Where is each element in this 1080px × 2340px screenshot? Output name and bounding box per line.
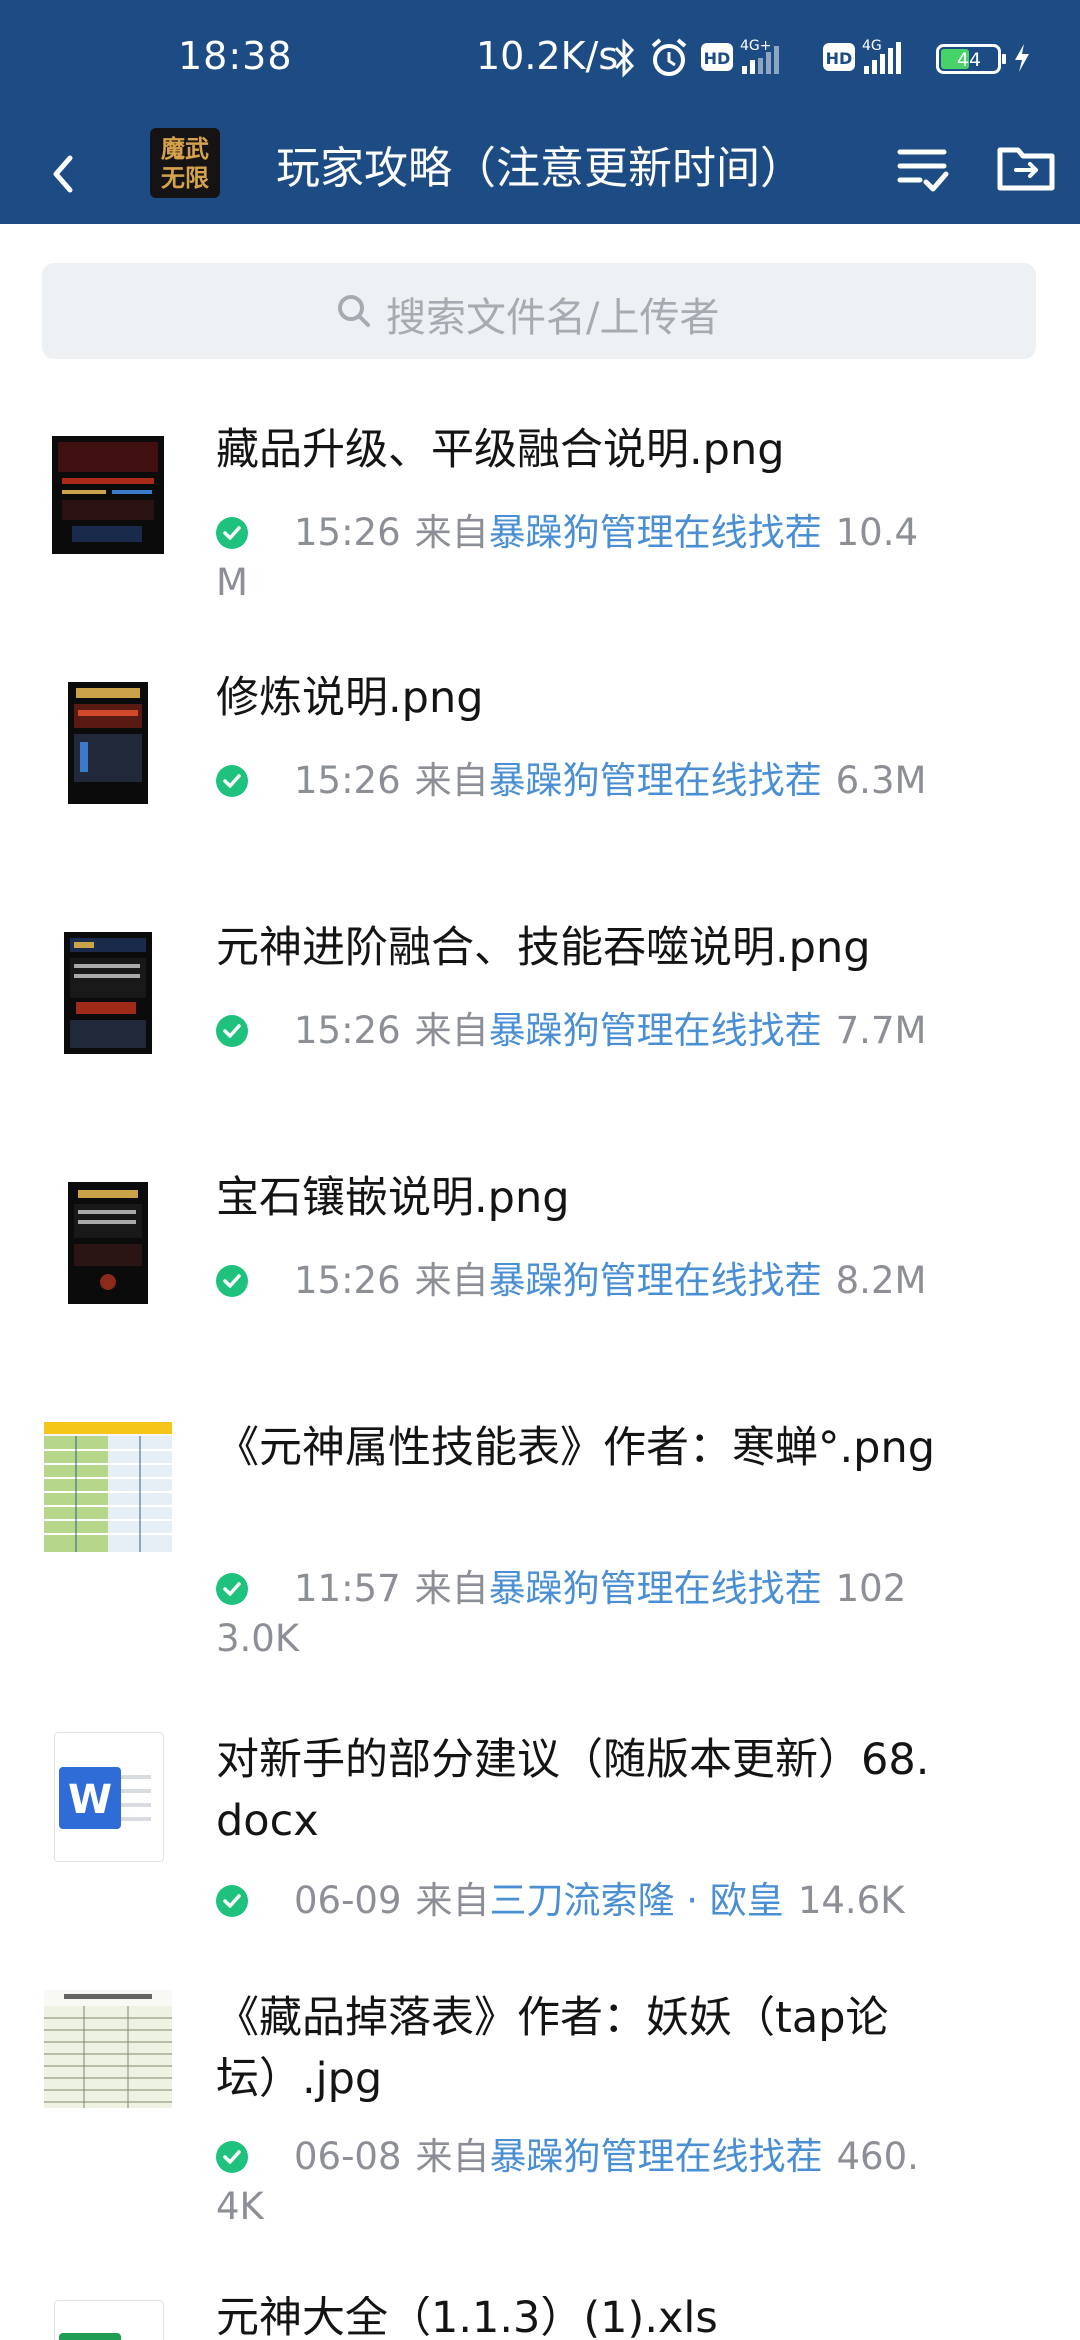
uploader-link[interactable]: 暴躁狗管理在线找茬 bbox=[489, 511, 822, 554]
file-time: 06-09 bbox=[294, 1879, 402, 1922]
downloaded-check-icon bbox=[216, 1885, 248, 1917]
file-name: 元神大全（1.1.3）(1).xls bbox=[216, 2296, 718, 2340]
excel-icon bbox=[54, 2300, 164, 2340]
file-meta: 15:26 来自暴躁狗管理在线找茬 10.4M bbox=[216, 508, 936, 608]
status-time: 18:38 bbox=[178, 34, 293, 78]
svg-text:HD: HD bbox=[826, 49, 853, 68]
signal-4g-icon: 4G bbox=[862, 36, 922, 80]
file-time: 15:26 bbox=[294, 1259, 401, 1302]
downloaded-check-icon bbox=[216, 1573, 248, 1605]
downloaded-check-icon bbox=[216, 765, 248, 797]
svg-text:4G+: 4G+ bbox=[740, 38, 772, 54]
file-name: 《藏品掉落表》作者：妖妖（tap论坛）.jpg bbox=[216, 1993, 889, 2104]
file-item[interactable]: 宝石镶嵌说明.png 15:26 来自暴躁狗管理在线找茬 8.2M bbox=[0, 1168, 1080, 1378]
file-thumbnail bbox=[64, 932, 152, 1054]
file-size: 14.6K bbox=[797, 1879, 905, 1922]
file-thumbnail bbox=[44, 1990, 172, 2108]
from-label: 来自 bbox=[414, 1009, 489, 1052]
from-label: 来自 bbox=[415, 2135, 490, 2178]
file-meta: 06-08 来自暴躁狗管理在线找茬 460.4K bbox=[216, 2132, 936, 2232]
battery-level: 44 bbox=[957, 49, 981, 71]
file-item[interactable]: 修炼说明.png 15:26 来自暴躁狗管理在线找茬 6.3M bbox=[0, 668, 1080, 878]
list-check-icon bbox=[897, 149, 949, 192]
bluetooth-icon bbox=[612, 36, 638, 84]
file-thumbnail bbox=[68, 682, 148, 804]
file-time: 15:26 bbox=[294, 1009, 401, 1052]
file-size: 8.2M bbox=[835, 1259, 927, 1302]
file-meta: 11:57 来自暴躁狗管理在线找茬 1023.0K bbox=[216, 1564, 936, 1664]
file-item[interactable]: 《元神属性技能表》作者：寒蝉°.png 11:57 来自暴躁狗管理在线找茬 1023… bbox=[0, 1418, 1080, 1678]
file-thumbnail bbox=[44, 1422, 172, 1552]
file-name: 藏品升级、平级融合说明.png bbox=[216, 425, 785, 475]
status-bar: 18:38 10.2K/s HD 4G+ HD 4G 44 bbox=[0, 0, 1080, 120]
file-item[interactable]: 藏品升级、平级融合说明.png 15:26 来自暴躁狗管理在线找茬 10.4M bbox=[0, 420, 1080, 630]
file-thumbnail bbox=[52, 436, 164, 554]
file-item[interactable]: 元神大全（1.1.3）(1).xls bbox=[0, 2296, 1080, 2340]
folder-icon bbox=[997, 147, 1055, 191]
from-label: 来自 bbox=[414, 511, 489, 554]
signal-4g-plus-icon: 4G+ bbox=[740, 36, 812, 80]
file-item[interactable]: W 对新手的部分建议（随版本更新）68.docx 06-09 来自三刀流索隆 · … bbox=[0, 1730, 1080, 1940]
file-time: 06-08 bbox=[294, 2135, 402, 2178]
alarm-icon bbox=[648, 36, 690, 84]
uploader-link[interactable]: 暴躁狗管理在线找茬 bbox=[489, 1567, 822, 1610]
file-size: 6.3M bbox=[835, 759, 927, 802]
charging-icon bbox=[1012, 42, 1032, 78]
downloaded-check-icon bbox=[216, 517, 248, 549]
file-meta: 06-09 来自三刀流索隆 · 欧皇 14.6K bbox=[216, 1876, 936, 1926]
file-time: 15:26 bbox=[294, 511, 401, 554]
uploader-link[interactable]: 暴躁狗管理在线找茬 bbox=[489, 759, 822, 802]
file-meta: 15:26 来自暴躁狗管理在线找茬 8.2M bbox=[216, 1256, 936, 1306]
file-time: 15:26 bbox=[294, 759, 401, 802]
file-size: 7.7M bbox=[835, 1009, 927, 1052]
from-label: 来自 bbox=[414, 1567, 489, 1610]
file-meta: 15:26 来自暴躁狗管理在线找茬 6.3M bbox=[216, 756, 936, 806]
file-item[interactable]: 《藏品掉落表》作者：妖妖（tap论坛）.jpg 06-08 来自暴躁狗管理在线找茬… bbox=[0, 1988, 1080, 2248]
file-meta: 15:26 来自暴躁狗管理在线找茬 7.7M bbox=[216, 1006, 936, 1056]
back-button[interactable] bbox=[36, 134, 116, 214]
file-name: 修炼说明.png bbox=[216, 673, 484, 723]
from-label: 来自 bbox=[414, 759, 489, 802]
page-title: 玩家攻略（注意更新时间） bbox=[276, 143, 804, 194]
file-name: 宝石镶嵌说明.png bbox=[216, 1173, 570, 1223]
file-name: 《元神属性技能表》作者：寒蝉°.png bbox=[216, 1423, 936, 1473]
word-icon: W bbox=[54, 1732, 164, 1862]
svg-text:W: W bbox=[68, 1777, 112, 1823]
uploader-link[interactable]: 三刀流索隆 · 欧皇 bbox=[490, 1879, 784, 1922]
file-thumbnail bbox=[68, 1182, 148, 1304]
multi-select-button[interactable] bbox=[886, 132, 958, 204]
uploader-link[interactable]: 暴躁狗管理在线找茬 bbox=[490, 2135, 823, 2178]
downloaded-check-icon bbox=[216, 2141, 248, 2173]
file-item[interactable]: 元神进阶融合、技能吞噬说明.png 15:26 来自暴躁狗管理在线找茬 7.7M bbox=[0, 918, 1080, 1128]
downloaded-check-icon bbox=[216, 1015, 248, 1047]
hd-icon: HD bbox=[700, 42, 734, 76]
search-bar[interactable]: 搜索文件名/上传者 bbox=[42, 263, 1036, 359]
hd-icon: HD bbox=[822, 42, 856, 76]
chevron-left-icon bbox=[53, 155, 73, 193]
uploader-link[interactable]: 暴躁狗管理在线找茬 bbox=[489, 1259, 822, 1302]
file-name: 对新手的部分建议（随版本更新）68.docx bbox=[216, 1735, 930, 1846]
folder-button[interactable] bbox=[990, 132, 1062, 204]
svg-text:HD: HD bbox=[704, 49, 731, 68]
app-header: 魔武 无限 玩家攻略（注意更新时间） bbox=[0, 120, 1080, 224]
svg-text:4G: 4G bbox=[862, 38, 882, 54]
search-placeholder: 搜索文件名/上传者 bbox=[386, 295, 720, 341]
from-label: 来自 bbox=[414, 1259, 489, 1302]
uploader-link[interactable]: 暴躁狗管理在线找茬 bbox=[489, 1009, 822, 1052]
avatar-text: 魔武 无限 bbox=[161, 134, 209, 192]
group-avatar[interactable]: 魔武 无限 bbox=[150, 128, 220, 198]
file-time: 11:57 bbox=[294, 1567, 401, 1610]
downloaded-check-icon bbox=[216, 1265, 248, 1297]
file-name: 元神进阶融合、技能吞噬说明.png bbox=[216, 923, 871, 973]
battery-icon: 44 bbox=[936, 44, 1008, 78]
search-icon bbox=[334, 291, 374, 335]
from-label: 来自 bbox=[415, 1879, 490, 1922]
network-speed: 10.2K/s bbox=[476, 34, 619, 78]
